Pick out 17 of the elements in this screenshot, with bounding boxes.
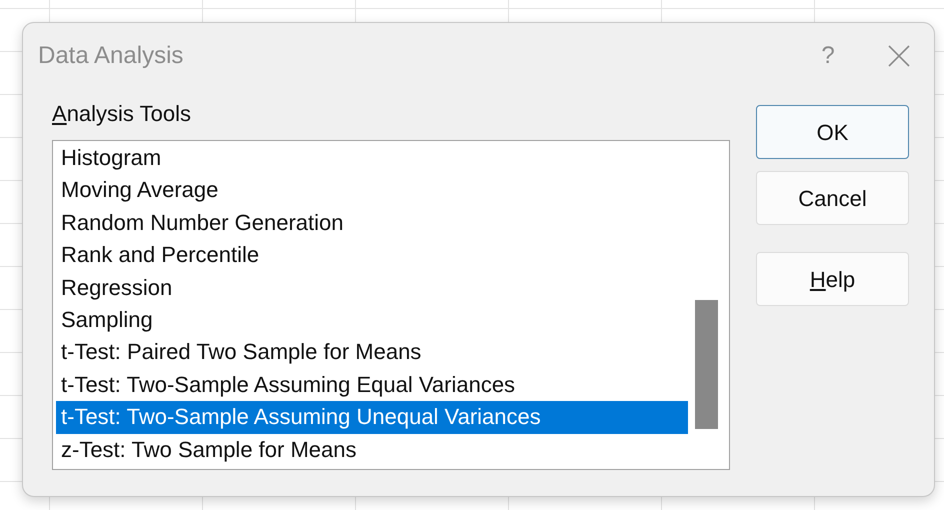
list-item[interactable]: Regression [56, 272, 688, 304]
list-item[interactable]: z-Test: Two Sample for Means [56, 434, 688, 466]
list-item[interactable]: t-Test: Paired Two Sample for Means [56, 336, 688, 369]
list-item[interactable]: Rank and Percentile [56, 239, 688, 272]
window-title: Data Analysis [38, 41, 184, 71]
dialog-button[interactable]: Cancel [756, 171, 909, 225]
list-item[interactable]: t-Test: Two-Sample Assuming Equal Variances [56, 368, 688, 402]
list-item[interactable]: Histogram [56, 142, 688, 174]
dialog-button[interactable]: Help [756, 252, 909, 306]
close-icon[interactable] [888, 45, 910, 67]
list-item[interactable]: t-Test: Two-Sample Assuming Unequal Variances [56, 401, 688, 434]
list-item[interactable]: Sampling [56, 304, 688, 336]
dialog-button[interactable]: OK [756, 105, 909, 159]
scrollbar-thumb[interactable] [695, 300, 718, 429]
list-label: Analysis Tools [52, 101, 192, 127]
list-item[interactable]: Moving Average [56, 174, 688, 207]
list-item[interactable]: Random Number Generation [56, 206, 688, 240]
